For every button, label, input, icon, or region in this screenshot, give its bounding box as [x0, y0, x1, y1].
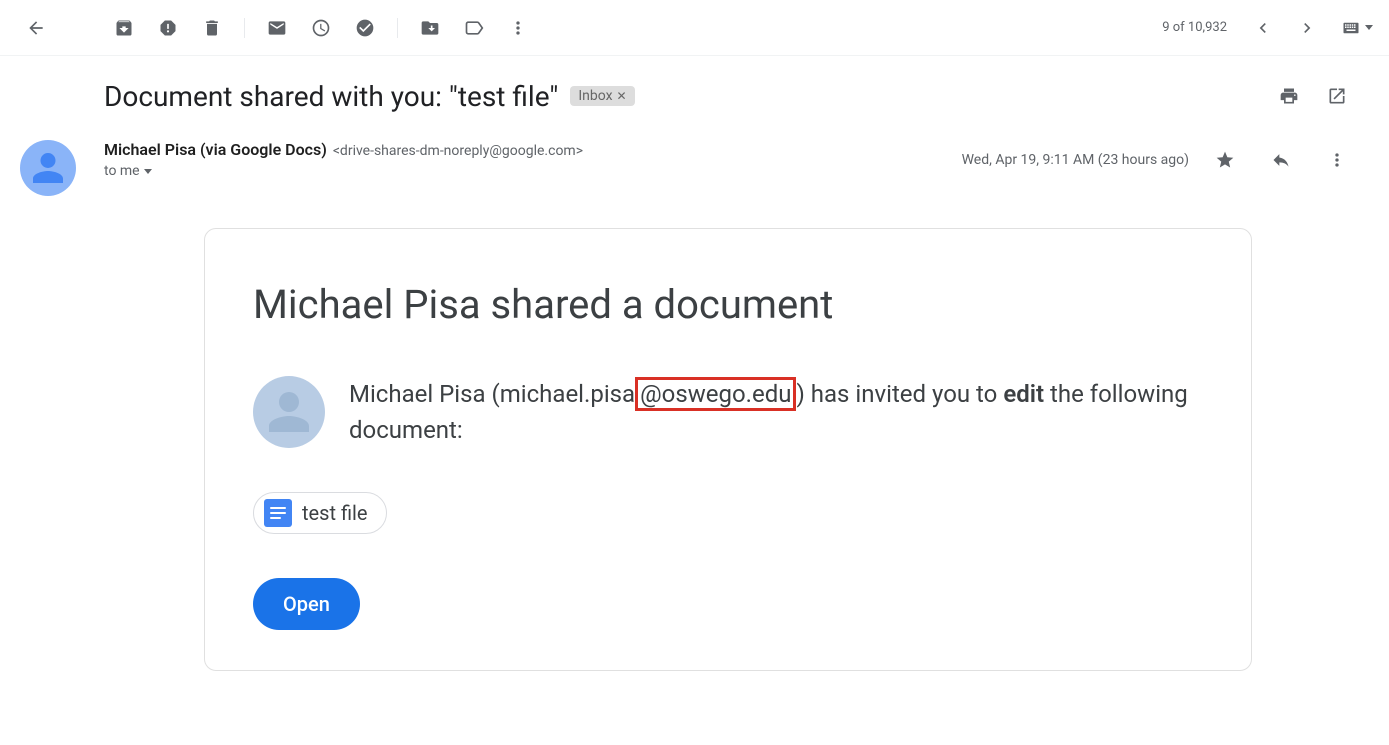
person-icon — [265, 388, 313, 436]
label-text: Inbox — [578, 88, 612, 104]
message-more-button[interactable] — [1317, 140, 1357, 180]
remove-label-button[interactable]: ✕ — [617, 89, 627, 103]
delete-button[interactable] — [192, 8, 232, 48]
sender-email: <drive-shares-dm-noreply@google.com> — [333, 143, 583, 159]
share-card: Michael Pisa shared a document Michael P… — [204, 228, 1252, 671]
toolbar-left — [16, 8, 538, 48]
sender-block: Michael Pisa (via Google Docs) <drive-sh… — [104, 140, 962, 179]
archive-button[interactable] — [104, 8, 144, 48]
prev-button[interactable] — [1243, 8, 1283, 48]
reply-icon — [1271, 150, 1291, 170]
file-name: test file — [302, 501, 368, 525]
card-row: Michael Pisa (michael.pisa@oswego.edu) h… — [253, 376, 1203, 448]
person-icon — [30, 150, 66, 186]
pagination-count: 9 of 10,932 — [1162, 20, 1227, 35]
trash-icon — [202, 18, 222, 38]
email-subject: Document shared with you: "test file" — [104, 80, 558, 113]
docs-icon — [264, 499, 292, 527]
labels-button[interactable] — [454, 8, 494, 48]
subject-row: Document shared with you: "test file" In… — [104, 76, 1357, 116]
invite-prefix: Michael Pisa (michael.pisa — [349, 380, 635, 408]
star-button[interactable] — [1205, 140, 1245, 180]
clock-icon — [311, 18, 331, 38]
reply-button[interactable] — [1261, 140, 1301, 180]
toolbar: 9 of 10,932 — [0, 0, 1389, 56]
chevron-down-icon — [144, 169, 152, 174]
invite-mid: ) has invited you to — [796, 380, 1003, 408]
divider — [244, 18, 245, 38]
sender-avatar — [20, 140, 76, 196]
recipient-line[interactable]: to me — [104, 163, 962, 179]
move-button[interactable] — [410, 8, 450, 48]
sender-line: Michael Pisa (via Google Docs) <drive-sh… — [104, 140, 962, 159]
divider — [397, 18, 398, 38]
more-vert-icon — [508, 18, 528, 38]
sharer-avatar — [253, 376, 325, 448]
keyboard-icon — [1339, 19, 1363, 37]
card-title: Michael Pisa shared a document — [253, 281, 1203, 328]
file-chip[interactable]: test file — [253, 492, 387, 534]
arrow-left-icon — [26, 18, 46, 38]
open-button[interactable]: Open — [253, 578, 360, 630]
task-add-icon — [355, 18, 375, 38]
invite-text: Michael Pisa (michael.pisa@oswego.edu) h… — [349, 376, 1203, 448]
mark-unread-button[interactable] — [257, 8, 297, 48]
move-to-icon — [420, 18, 440, 38]
print-button[interactable] — [1269, 76, 1309, 116]
more-vert-icon — [1327, 150, 1347, 170]
to-text: to me — [104, 163, 140, 179]
email-meta: Wed, Apr 19, 9:11 AM (23 hours ago) — [962, 140, 1357, 180]
more-button[interactable] — [498, 8, 538, 48]
chevron-right-icon — [1297, 18, 1317, 38]
email-content: Document shared with you: "test file" In… — [0, 56, 1389, 671]
report-spam-icon — [158, 18, 178, 38]
chevron-left-icon — [1253, 18, 1273, 38]
input-tools[interactable] — [1339, 19, 1373, 37]
label-icon — [464, 18, 484, 38]
next-button[interactable] — [1287, 8, 1327, 48]
open-new-icon — [1327, 86, 1347, 106]
subject-actions — [1269, 76, 1357, 116]
mail-icon — [267, 18, 287, 38]
email-date: Wed, Apr 19, 9:11 AM (23 hours ago) — [962, 152, 1189, 168]
sender-name: Michael Pisa (via Google Docs) — [104, 140, 327, 159]
archive-icon — [114, 18, 134, 38]
back-button[interactable] — [16, 8, 56, 48]
spam-button[interactable] — [148, 8, 188, 48]
snooze-button[interactable] — [301, 8, 341, 48]
permission-word: edit — [1003, 380, 1044, 408]
email-domain-highlight: @oswego.edu — [635, 377, 796, 411]
chevron-down-icon — [1365, 25, 1373, 30]
add-task-button[interactable] — [345, 8, 385, 48]
email-header: Michael Pisa (via Google Docs) <drive-sh… — [104, 140, 1357, 180]
new-window-button[interactable] — [1317, 76, 1357, 116]
toolbar-right: 9 of 10,932 — [1162, 8, 1373, 48]
print-icon — [1279, 86, 1299, 106]
star-icon — [1215, 150, 1235, 170]
inbox-label[interactable]: Inbox ✕ — [570, 86, 634, 106]
